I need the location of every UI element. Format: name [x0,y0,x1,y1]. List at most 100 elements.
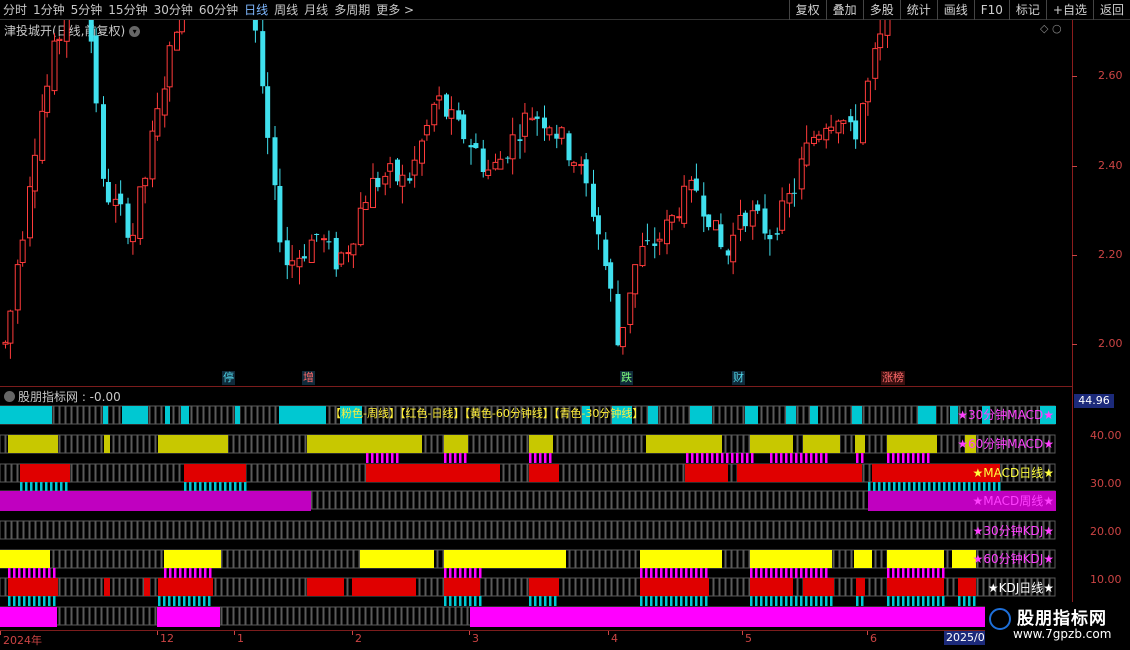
period-tab-6[interactable]: 日线 [241,0,271,20]
period-tab-3[interactable]: 15分钟 [105,0,150,20]
function-button-5[interactable]: F10 [973,0,1009,20]
hatch-cell [791,490,798,510]
hatch-cell [275,520,282,540]
period-tab-4[interactable]: 30分钟 [151,0,196,20]
event-marker-1[interactable]: 增 [302,371,315,385]
hatch-cell [659,520,666,540]
hatch-cell [419,577,426,597]
hatch-cell [611,520,618,540]
period-tab-7[interactable]: 周线 [271,0,301,20]
period-tab-5[interactable]: 60分钟 [196,0,241,20]
function-button-2[interactable]: 多股 [862,0,900,20]
hatch-cell [257,463,264,483]
hatch-cell [263,434,270,454]
kdj-daily-tick [830,596,833,606]
hatch-cell [677,490,684,510]
kdj-daily-tick [193,596,196,606]
value-tick-label: 20.00 [1090,525,1122,538]
candle-body [848,116,854,123]
hatch-cell [149,405,156,425]
kdj-daily-tick [640,596,643,606]
hatch-cell [845,520,852,540]
function-button-7[interactable]: +自选 [1045,0,1093,20]
indicator-title: 股朋指标网 : -0.00 [4,388,121,405]
hatch-cell [317,606,324,626]
period-tab-9[interactable]: 多周期 [331,0,373,20]
hatch-cell [647,463,654,483]
hatch-cell [341,606,348,626]
candle-body [718,224,724,248]
macd-30m-block [810,406,818,424]
period-tab-1[interactable]: 1分钟 [30,0,68,20]
hatch-cell [71,577,78,597]
kdj-60m-tick [942,568,945,578]
hatch-cell [425,520,432,540]
kdj-daily-tick [13,596,16,606]
hatch-cell [599,434,606,454]
event-marker-3[interactable]: 财 [732,371,745,385]
hatch-cell [431,434,438,454]
hatch-cell [851,520,858,540]
candle-body [44,85,51,113]
hatch-cell [401,520,408,540]
value-tick-label: 40.00 [1090,429,1122,442]
macd-daily-tick [878,482,881,491]
function-button-0[interactable]: 复权 [788,0,826,20]
hatch-cell [173,520,180,540]
kdj-daily-tick [765,596,768,606]
candle-body [492,161,499,170]
event-marker-2[interactable]: 跌 [620,371,633,385]
candle-body [308,239,315,263]
hatch-cell [665,490,672,510]
indicator-menu-icon[interactable] [4,391,15,402]
function-button-8[interactable]: 返回 [1092,0,1130,20]
indicator-row-label: ★30分钟MACD★ [957,408,1054,422]
kdj-daily-tick [887,596,890,606]
function-button-4[interactable]: 画线 [936,0,974,20]
function-button-1[interactable]: 叠加 [825,0,863,20]
hatch-cell [437,520,444,540]
candle-body [314,233,320,235]
candle-body [713,220,719,231]
hatch-cell [809,520,816,540]
kdj-60m-tick [700,568,703,578]
hatch-cell [317,490,324,510]
function-button-6[interactable]: 标记 [1008,0,1046,20]
kdj-60m-tick [28,568,31,578]
period-tab-0[interactable]: 分时 [0,0,30,20]
hatch-cell [503,520,510,540]
hatch-cell [743,577,750,597]
macd-60m-tick [815,453,818,463]
kdj-daily-block [958,578,976,596]
kdj-60m-tick [820,568,823,578]
hatch-cell [71,520,78,540]
macd-weekly-block [0,491,311,511]
macd-60m-tick [444,453,447,463]
kdj-daily-tick [670,596,673,606]
kdj-60m-tick [48,568,51,578]
function-button-3[interactable]: 统计 [899,0,937,20]
period-tab-2[interactable]: 5分钟 [68,0,106,20]
candle-body [619,326,626,348]
kdj-daily-tick [927,596,930,606]
hatch-cell [839,405,846,425]
hatch-cell [977,577,984,597]
hatch-cell [635,490,642,510]
hatch-cell [89,606,96,626]
hatch-cell [77,520,84,540]
hatch-cell [467,490,474,510]
event-marker-0[interactable]: 停 [222,371,235,385]
hatch-cell [947,434,954,454]
event-marker-4[interactable]: 涨榜 [881,371,905,385]
hatch-cell [695,490,702,510]
indicator-row-label: ★30分钟KDJ★ [972,524,1054,538]
period-tab-8[interactable]: 月线 [301,0,331,20]
hatch-cell [833,549,840,569]
hatch-cell [323,463,330,483]
hatch-cell [635,434,642,454]
period-tab-10[interactable]: 更多 > [373,0,417,20]
kdj-daily-block [887,578,944,596]
hatch-cell [311,490,318,510]
hatch-cell [965,520,972,540]
hatch-cell [377,520,384,540]
